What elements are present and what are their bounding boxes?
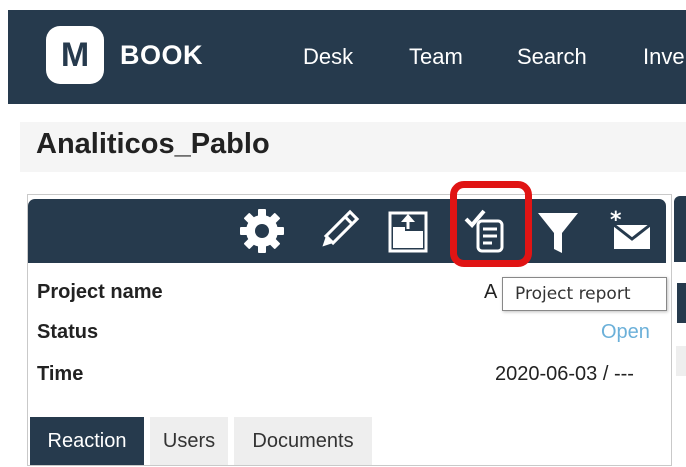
tooltip: Project report [502, 277, 667, 311]
project-panel: * Project name A Status Open Time 2020-0… [27, 181, 672, 466]
status-label: Status [37, 321, 99, 343]
pencil-icon[interactable] [310, 203, 366, 259]
mail-icon[interactable]: * [600, 203, 656, 259]
project-toolbar: * [28, 181, 666, 267]
tab-users[interactable]: Users [150, 417, 228, 465]
tab-documents[interactable]: Documents [234, 417, 372, 465]
tab-reaction[interactable]: Reaction [30, 417, 144, 465]
filter-icon[interactable] [530, 203, 586, 259]
logo-letter: M [60, 36, 90, 74]
page-title: Analiticos_Pablo [36, 128, 270, 160]
nav-item-inventory[interactable]: Inve [643, 44, 685, 70]
adjacent-panel-button[interactable] [677, 283, 686, 323]
adjacent-panel-toolbar [674, 196, 686, 262]
project-name-value: A [484, 281, 498, 303]
time-value: 2020-06-03 / --- [495, 363, 634, 385]
title-bar: Analiticos_Pablo [20, 122, 686, 172]
adjacent-panel-row [676, 346, 686, 376]
time-label: Time [37, 363, 84, 385]
top-navbar: M BOOK Desk Team Search Inve [8, 10, 686, 104]
brand-name[interactable]: BOOK [120, 40, 203, 71]
nav-item-team[interactable]: Team [409, 44, 463, 70]
upload-folder-icon[interactable] [380, 203, 436, 259]
nav-item-search[interactable]: Search [517, 44, 587, 70]
nav-item-desk[interactable]: Desk [303, 44, 353, 70]
gear-icon[interactable] [234, 203, 290, 259]
project-name-label: Project name [37, 281, 163, 303]
app-logo[interactable]: M [46, 26, 104, 84]
status-value: Open [601, 321, 650, 343]
report-highlight-box [450, 181, 532, 267]
